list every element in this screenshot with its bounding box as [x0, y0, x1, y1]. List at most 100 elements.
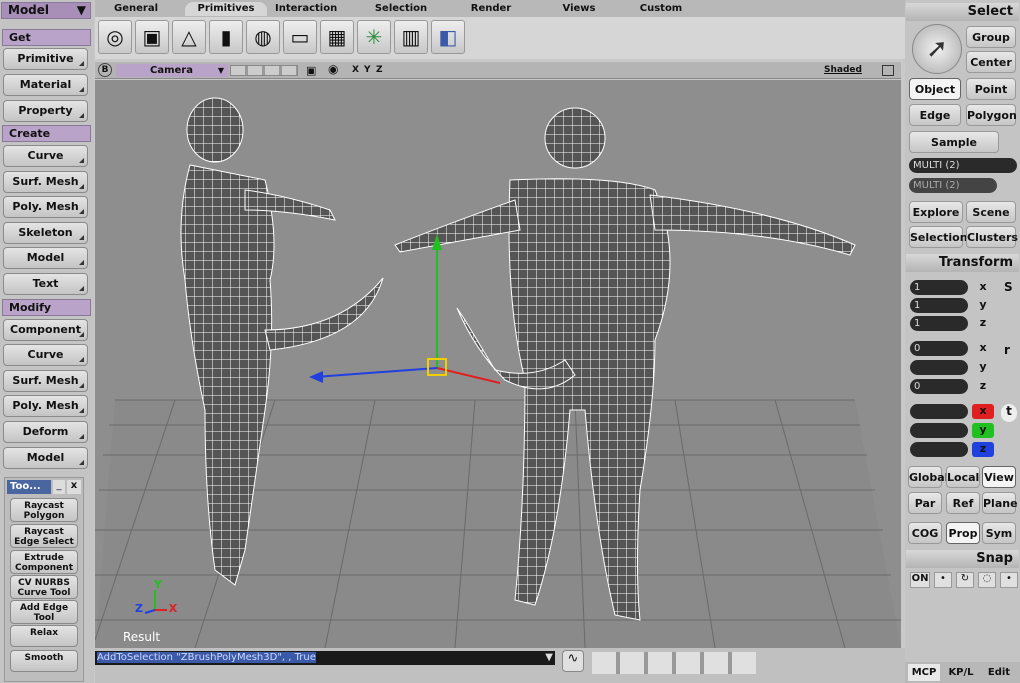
sample-button[interactable]: Sample	[909, 131, 999, 153]
transform-field-1[interactable]: 1	[910, 298, 968, 313]
tool-item-3[interactable]: CV NURBS Curve Tool	[10, 575, 78, 599]
create-5[interactable]: Text	[3, 273, 88, 295]
snap-surface-icon[interactable]: ◌	[978, 572, 996, 588]
global-button[interactable]: Global	[908, 466, 948, 488]
disc-icon[interactable]: ▭	[283, 20, 317, 54]
tool-item-5[interactable]: Relax	[10, 625, 78, 647]
object-button[interactable]: Object	[909, 78, 961, 100]
transform-field-4[interactable]	[910, 360, 968, 375]
transform-field-5[interactable]: 0	[910, 379, 968, 394]
translate-letter[interactable]: t	[1001, 404, 1017, 422]
point-button[interactable]: Point	[966, 78, 1016, 100]
transform-axis-4[interactable]: y	[972, 360, 994, 375]
snap-grid-icon[interactable]: •	[1000, 572, 1018, 588]
sphere-icon[interactable]: ◎	[98, 20, 132, 54]
layout-buttons[interactable]	[592, 652, 756, 674]
transform-axis-7[interactable]: y	[972, 423, 994, 438]
close-button[interactable]: x	[67, 480, 81, 494]
multi-field-1[interactable]: MULTI (2)	[909, 158, 1017, 173]
tab-edit[interactable]: Edit	[982, 664, 1016, 681]
local-button[interactable]: Local	[946, 466, 980, 488]
snap-on-button[interactable]: ON	[910, 572, 930, 588]
tab-kpl[interactable]: KP/L	[944, 664, 978, 681]
tool-item-0[interactable]: Raycast Polygon	[10, 498, 78, 522]
get-2[interactable]: Property	[3, 100, 88, 122]
transform-field-7[interactable]	[910, 423, 968, 438]
modify-5[interactable]: Model	[3, 447, 88, 469]
create-2[interactable]: Poly. Mesh	[3, 196, 88, 218]
transform-field-2[interactable]: 1	[910, 316, 968, 331]
get-0[interactable]: Primitive	[3, 48, 88, 70]
minimize-button[interactable]: _	[53, 480, 65, 494]
create-0[interactable]: Curve	[3, 145, 88, 167]
select-arrow-icon[interactable]: ➚	[912, 24, 962, 74]
tool-item-1[interactable]: Raycast Edge Select	[10, 524, 78, 548]
ref-button[interactable]: Ref	[946, 492, 980, 514]
modify-2[interactable]: Surf. Mesh	[3, 370, 88, 392]
transform-field-8[interactable]	[910, 442, 968, 457]
create-4[interactable]: Model	[3, 247, 88, 269]
tab-mcp[interactable]: MCP	[908, 664, 940, 681]
transform-manipulator[interactable]	[309, 234, 501, 384]
sym-button[interactable]: Sym	[982, 522, 1016, 544]
command-field[interactable]: AddToSelection "ZBrushPolyMesh3D", , Tru…	[95, 651, 555, 665]
rotate-letter[interactable]: r	[1004, 343, 1010, 357]
modify-4[interactable]: Deform	[3, 421, 88, 443]
modify-0[interactable]: Component	[3, 319, 88, 341]
null-icon[interactable]: ✳	[357, 20, 391, 54]
transform-axis-0[interactable]: x	[972, 280, 994, 295]
cone-icon[interactable]: △	[172, 20, 206, 54]
eye-icon[interactable]: ◉	[328, 62, 338, 76]
modify-3[interactable]: Poly. Mesh	[3, 395, 88, 417]
scale-letter[interactable]: S	[1004, 280, 1013, 294]
transform-field-6[interactable]	[910, 404, 968, 419]
tab-2[interactable]: Interaction	[275, 2, 337, 16]
transform-field-3[interactable]: 0	[910, 341, 968, 356]
torus-icon[interactable]: ◍	[246, 20, 280, 54]
create-1[interactable]: Surf. Mesh	[3, 171, 88, 193]
maximize-icon[interactable]	[882, 65, 894, 76]
clusters-button[interactable]: Clusters	[966, 226, 1018, 248]
polygon-button[interactable]: Polygon	[966, 104, 1017, 126]
center-button[interactable]: Center	[966, 51, 1016, 73]
script-editor-icon[interactable]: ∿	[562, 650, 584, 672]
transform-field-0[interactable]: 1	[910, 280, 968, 295]
snap-curve-icon[interactable]: ↻	[956, 572, 974, 588]
viewport[interactable]: Y X Z Result	[95, 80, 901, 648]
module-selector[interactable]: Model ▼	[1, 2, 91, 19]
group-button[interactable]: Group	[966, 26, 1016, 48]
tab-6[interactable]: Custom	[630, 2, 692, 16]
tab-1[interactable]: Primitives	[185, 2, 267, 16]
axis-z-toggle[interactable]: Z	[376, 65, 383, 75]
transform-axis-8[interactable]: z	[972, 442, 994, 457]
prop-button[interactable]: Prop	[946, 522, 980, 544]
tool-item-4[interactable]: Add Edge Tool	[10, 600, 78, 624]
par-button[interactable]: Par	[908, 492, 942, 514]
camera-dropdown[interactable]: Camera ▼	[116, 64, 228, 77]
tool-item-6[interactable]: Smooth	[10, 650, 78, 672]
tab-4[interactable]: Render	[460, 2, 522, 16]
history-dropdown-icon[interactable]: ▼	[545, 651, 553, 665]
model-icon[interactable]: ◧	[431, 20, 465, 54]
selection-button[interactable]: Selection	[909, 226, 968, 248]
tab-0[interactable]: General	[105, 2, 167, 16]
memo-buttons[interactable]	[230, 65, 298, 76]
transform-axis-3[interactable]: x	[972, 341, 994, 356]
snap-point-icon[interactable]: •	[934, 572, 952, 588]
cog-button[interactable]: COG	[908, 522, 942, 544]
axis-y-toggle[interactable]: Y	[364, 65, 371, 75]
transform-axis-5[interactable]: z	[972, 379, 994, 394]
tool-item-2[interactable]: Extrude Component	[10, 550, 78, 574]
modify-1[interactable]: Curve	[3, 344, 88, 366]
explore-button[interactable]: Explore	[909, 201, 963, 223]
create-3[interactable]: Skeleton	[3, 222, 88, 244]
multi-field-2[interactable]: MULTI (2)	[909, 178, 997, 193]
view-button[interactable]: View	[982, 466, 1016, 488]
transform-axis-2[interactable]: z	[972, 316, 994, 331]
display-mode-dropdown[interactable]: Shaded	[824, 65, 862, 75]
viewport-letter-button[interactable]: B	[98, 63, 112, 77]
edge-button[interactable]: Edge	[909, 104, 961, 126]
cylinder-icon[interactable]: ▮	[209, 20, 243, 54]
get-1[interactable]: Material	[3, 74, 88, 96]
scene-button[interactable]: Scene	[966, 201, 1016, 223]
